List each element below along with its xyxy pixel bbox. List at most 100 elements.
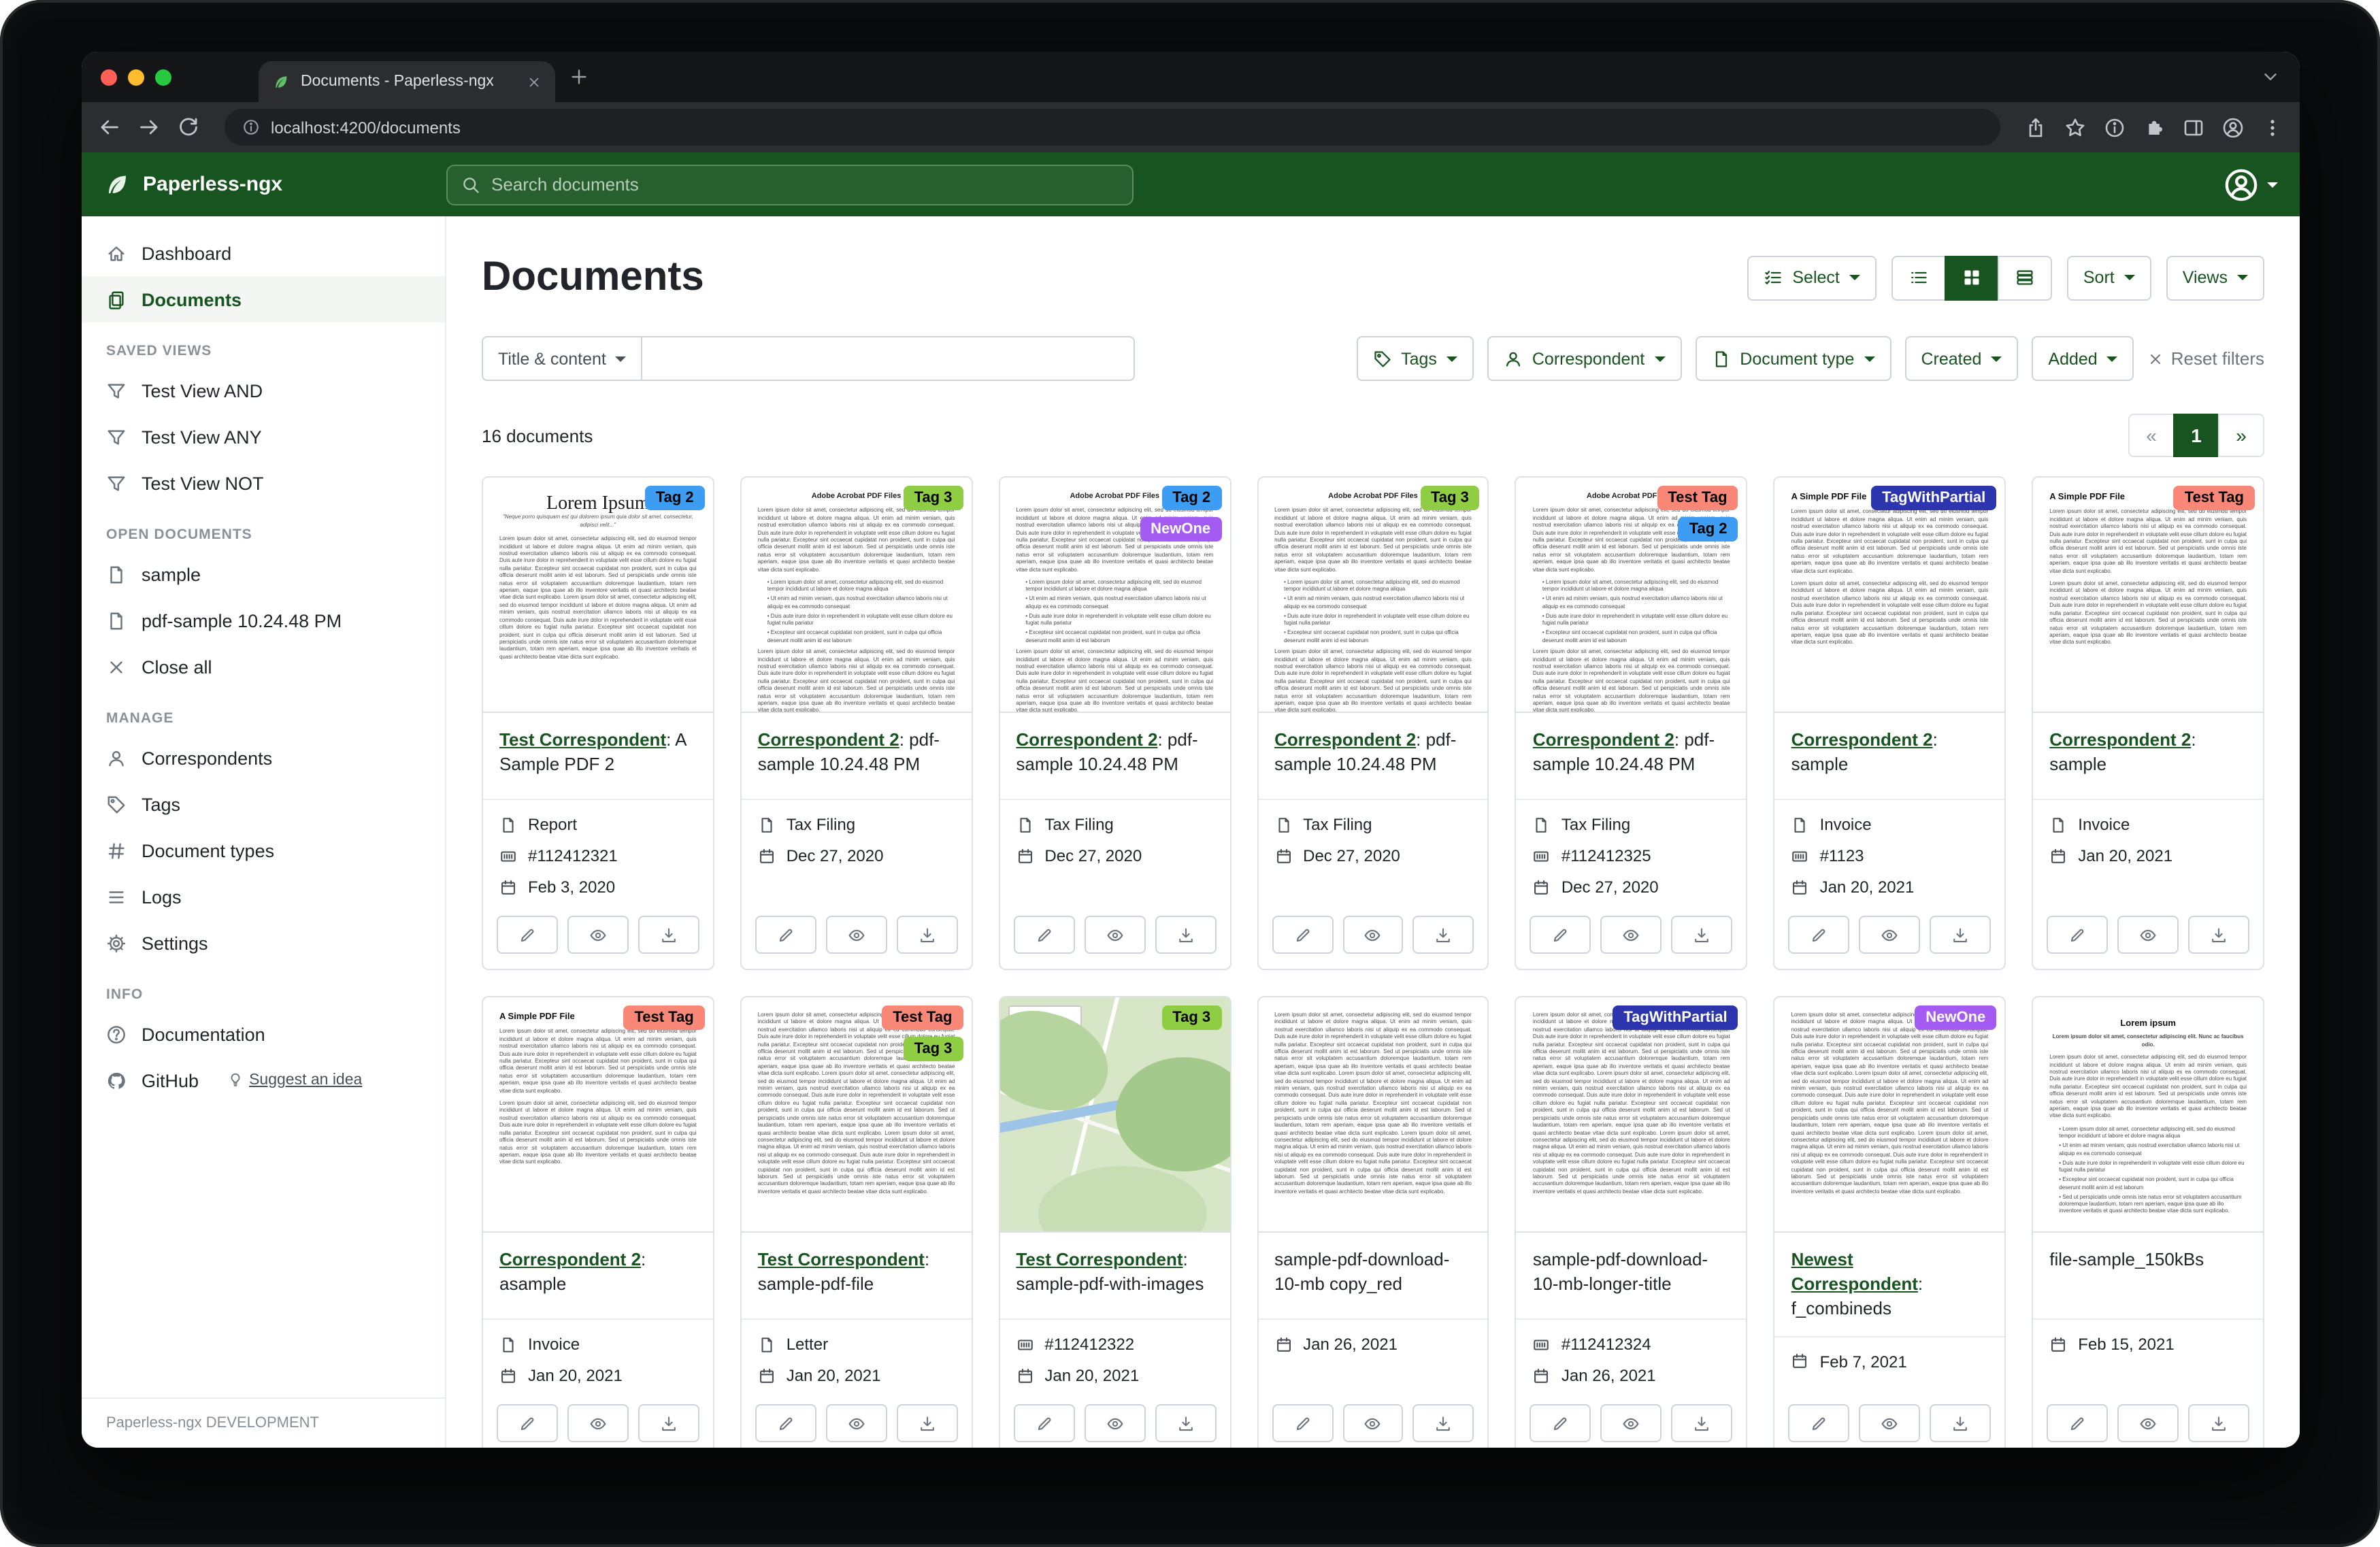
share-icon[interactable]	[2025, 116, 2047, 138]
card-thumbnail[interactable]: Lorem ipsum dolor sit amet, consectetur …	[1258, 997, 1488, 1233]
card-thumbnail[interactable]: Lorem ipsum dolor sit amet, consectetur …	[742, 997, 972, 1233]
edit-button[interactable]	[755, 1404, 816, 1442]
views-button[interactable]: Views	[2166, 255, 2264, 300]
reset-filters-button[interactable]: Reset filters	[2148, 348, 2264, 369]
download-button[interactable]	[638, 1404, 699, 1442]
edit-button[interactable]	[755, 916, 816, 954]
menu-kebab-icon[interactable]	[2262, 116, 2283, 138]
select-button[interactable]: Select	[1747, 255, 1877, 300]
download-button[interactable]	[897, 916, 958, 954]
edit-button[interactable]	[2047, 916, 2108, 954]
tag-badge[interactable]: Tag 3	[1161, 1005, 1221, 1030]
pagination-prev[interactable]: «	[2128, 414, 2175, 457]
filter-text-input[interactable]	[643, 336, 1135, 381]
card-thumbnail[interactable]: Lorem ipsum dolor sit amet, consectetur …	[1517, 997, 1747, 1233]
edit-button[interactable]	[2047, 1404, 2108, 1442]
view-button[interactable]	[1859, 1404, 1920, 1442]
pagination-next[interactable]: »	[2218, 414, 2264, 457]
edit-button[interactable]	[1530, 916, 1591, 954]
document-title-link[interactable]: Correspondent 2	[1791, 729, 1933, 750]
sidebar-item-logs[interactable]: Logs	[82, 874, 445, 920]
tab-search-chevron-icon[interactable]	[2260, 67, 2281, 87]
tag-badge[interactable]: Tag 2	[1161, 486, 1221, 510]
sidebar-item-open-doc-pdf-sample[interactable]: pdf-sample 10.24.48 PM	[82, 597, 445, 644]
tag-badge[interactable]: Test Tag	[623, 1005, 704, 1030]
edit-button[interactable]	[1789, 916, 1850, 954]
bookmark-star-icon[interactable]	[2064, 116, 2086, 138]
tag-badge[interactable]: Tag 3	[1420, 486, 1480, 510]
tag-badge[interactable]: Tag 2	[645, 486, 705, 510]
download-button[interactable]	[1155, 1404, 1216, 1442]
tag-badge[interactable]: NewOne	[1140, 517, 1221, 542]
global-search[interactable]	[446, 164, 1134, 205]
download-button[interactable]	[1672, 916, 1733, 954]
edit-button[interactable]	[1272, 916, 1333, 954]
view-button[interactable]	[826, 916, 887, 954]
card-thumbnail[interactable]: Adobe Acrobat PDF FilesLorem ipsum dolor…	[742, 478, 972, 713]
view-button[interactable]	[2117, 1404, 2179, 1442]
document-title-link[interactable]: Correspondent 2	[758, 729, 899, 750]
sidebar-item-github[interactable]: GitHub Suggest an idea	[82, 1057, 445, 1103]
download-button[interactable]	[2188, 916, 2249, 954]
card-thumbnail[interactable]: Adobe Acrobat PDF FilesLorem ipsum dolor…	[1517, 478, 1747, 713]
document-title-link[interactable]: Correspondent 2	[2049, 729, 2191, 750]
download-button[interactable]	[1930, 916, 1991, 954]
document-title-link[interactable]: Test Correspondent	[499, 729, 666, 750]
close-window-button[interactable]	[101, 69, 117, 85]
document-title-link[interactable]: Correspondent 2	[1274, 729, 1416, 750]
card-thumbnail[interactable]: Lorem ipsum dolor sit amet, consectetur …	[1775, 997, 2005, 1233]
card-thumbnail[interactable]: Lorem Ipsum"Neque porro quisquam est qui…	[483, 478, 713, 713]
view-button[interactable]	[1601, 916, 1662, 954]
sidebar-item-tags[interactable]: Tags	[82, 781, 445, 827]
download-button[interactable]	[1672, 1404, 1733, 1442]
tag-badge[interactable]: Tag 3	[904, 1037, 963, 1061]
card-thumbnail[interactable]: A Simple PDF FileLorem ipsum dolor sit a…	[2033, 478, 2263, 713]
sidebar-item-close-all[interactable]: Close all	[82, 644, 445, 690]
card-thumbnail[interactable]: Tag 3	[999, 997, 1229, 1233]
card-thumbnail[interactable]: Adobe Acrobat PDF FilesLorem ipsum dolor…	[999, 478, 1229, 713]
document-title-link[interactable]: Test Correspondent	[758, 1249, 925, 1269]
download-button[interactable]	[2188, 1404, 2249, 1442]
pagination-page-1[interactable]: 1	[2173, 414, 2219, 457]
card-thumbnail[interactable]: A Simple PDF FileLorem ipsum dolor sit a…	[1775, 478, 2005, 713]
view-button[interactable]	[1084, 1404, 1145, 1442]
browser-tab[interactable]: Documents - Paperless-ngx	[259, 61, 555, 102]
view-button[interactable]	[567, 916, 629, 954]
forward-button[interactable]	[137, 116, 161, 139]
sidebar-item-open-doc-sample[interactable]: sample	[82, 551, 445, 597]
download-button[interactable]	[638, 916, 699, 954]
card-thumbnail[interactable]: Adobe Acrobat PDF FilesLorem ipsum dolor…	[1258, 478, 1488, 713]
view-button[interactable]	[567, 1404, 629, 1442]
document-title-link[interactable]: Correspondent 2	[499, 1249, 641, 1269]
side-panel-icon[interactable]	[2183, 116, 2204, 138]
filter-tags-button[interactable]: Tags	[1356, 336, 1474, 381]
view-button[interactable]	[1084, 916, 1145, 954]
view-button[interactable]	[1859, 916, 1920, 954]
sidebar-item-document-types[interactable]: Document types	[82, 827, 445, 874]
edit-button[interactable]	[1013, 1404, 1074, 1442]
filter-created-button[interactable]: Created	[1904, 336, 2018, 381]
url-bar[interactable]: localhost:4200/documents	[225, 109, 2000, 146]
app-brand[interactable]: Paperless-ngx	[103, 171, 446, 198]
card-thumbnail[interactable]: A Simple PDF FileLorem ipsum dolor sit a…	[483, 997, 713, 1233]
tag-badge[interactable]: Tag 2	[1679, 517, 1738, 542]
card-thumbnail[interactable]: Lorem ipsumLorem ipsum dolor sit amet, c…	[2033, 997, 2263, 1233]
sidebar-item-saved-view-not[interactable]: Test View NOT	[82, 460, 445, 506]
download-button[interactable]	[897, 1404, 958, 1442]
suggest-idea-link[interactable]: Suggest an idea	[227, 1072, 362, 1088]
view-button[interactable]	[2117, 916, 2179, 954]
edit-button[interactable]	[1789, 1404, 1850, 1442]
download-button[interactable]	[1155, 916, 1216, 954]
user-menu[interactable]	[2224, 167, 2278, 202]
sidebar-item-documentation[interactable]: Documentation	[82, 1011, 445, 1057]
tag-badge[interactable]: TagWithPartial	[1871, 486, 1996, 510]
download-button[interactable]	[1413, 1404, 1474, 1442]
download-button[interactable]	[1413, 916, 1474, 954]
document-title-link[interactable]: Correspondent 2	[1533, 729, 1674, 750]
document-title-link[interactable]: Newest Correspondent	[1791, 1249, 1918, 1294]
view-button[interactable]	[1342, 916, 1404, 954]
sidebar-item-correspondents[interactable]: Correspondents	[82, 735, 445, 781]
tag-badge[interactable]: NewOne	[1915, 1005, 1996, 1030]
view-list-button[interactable]	[1891, 255, 1946, 300]
zoom-window-button[interactable]	[155, 69, 171, 85]
